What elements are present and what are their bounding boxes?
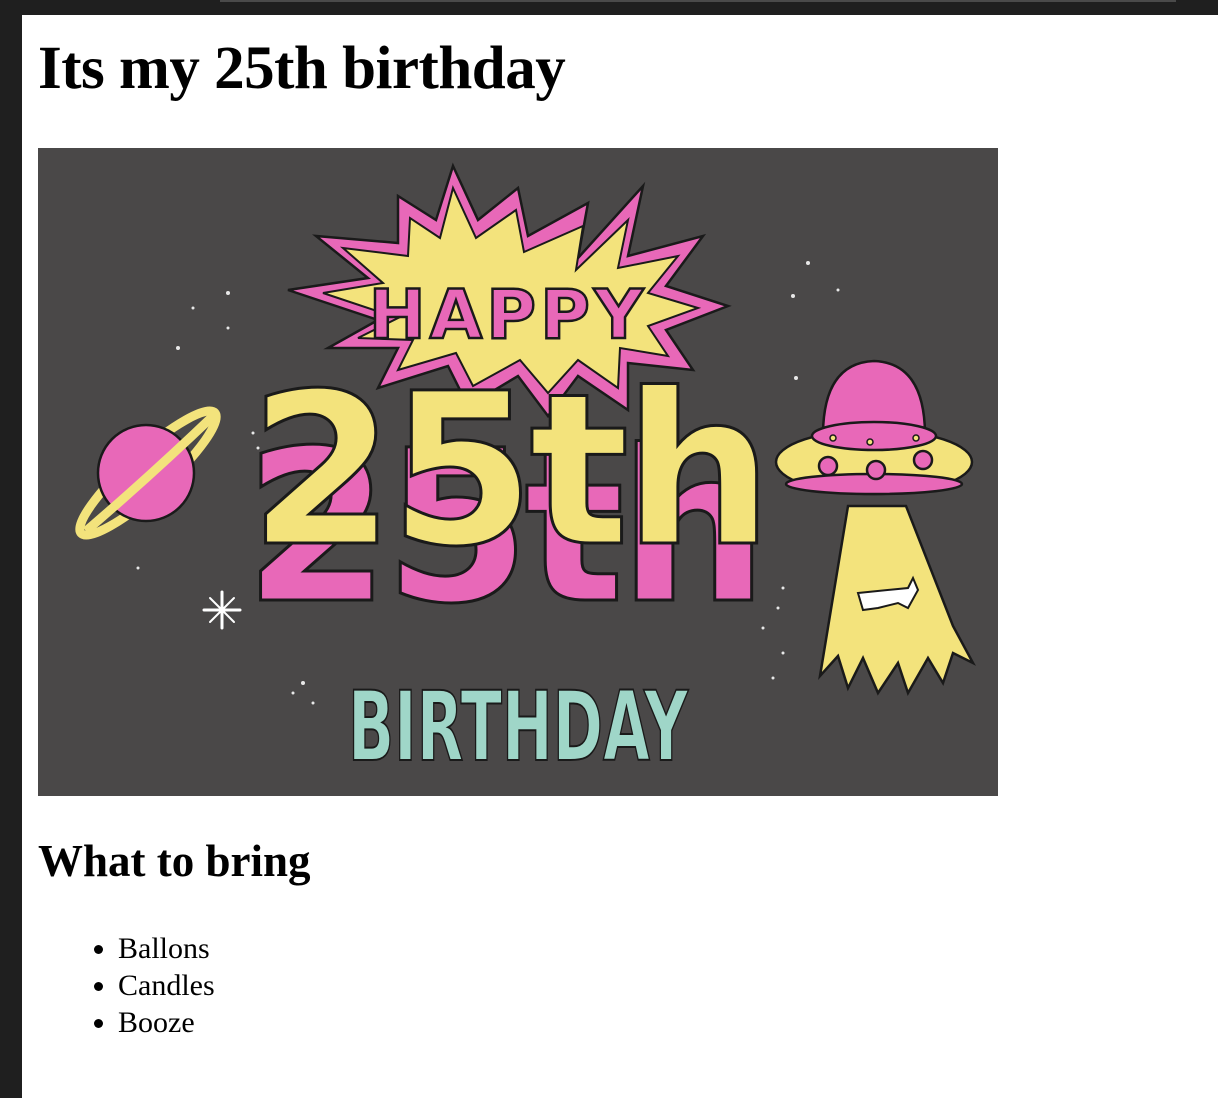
page-content: Its my 25th birthday HAPPY 25th 25th BIR… (38, 15, 1208, 1039)
list-item: Booze (118, 1004, 215, 1041)
sparkle-icon (202, 590, 242, 630)
section-heading: What to bring (38, 836, 311, 886)
happy-text: HAPPY (369, 276, 647, 355)
window-left-edge (0, 0, 22, 1098)
number-text-group: 25th 25th (242, 347, 774, 652)
window-top-bar-edge (220, 0, 1176, 2)
birthday-text: BIRTHDAY (348, 671, 689, 783)
birthday-banner-image: HAPPY 25th 25th BIRTHDAY (38, 148, 998, 796)
number-text: 25th (249, 348, 767, 593)
bring-list: Ballons Candles Booze (80, 930, 215, 1041)
list-item: Candles (118, 967, 215, 1004)
window-top-bar (0, 0, 1218, 15)
list-item: Ballons (118, 930, 215, 967)
page-title: Its my 25th birthday (38, 35, 566, 102)
